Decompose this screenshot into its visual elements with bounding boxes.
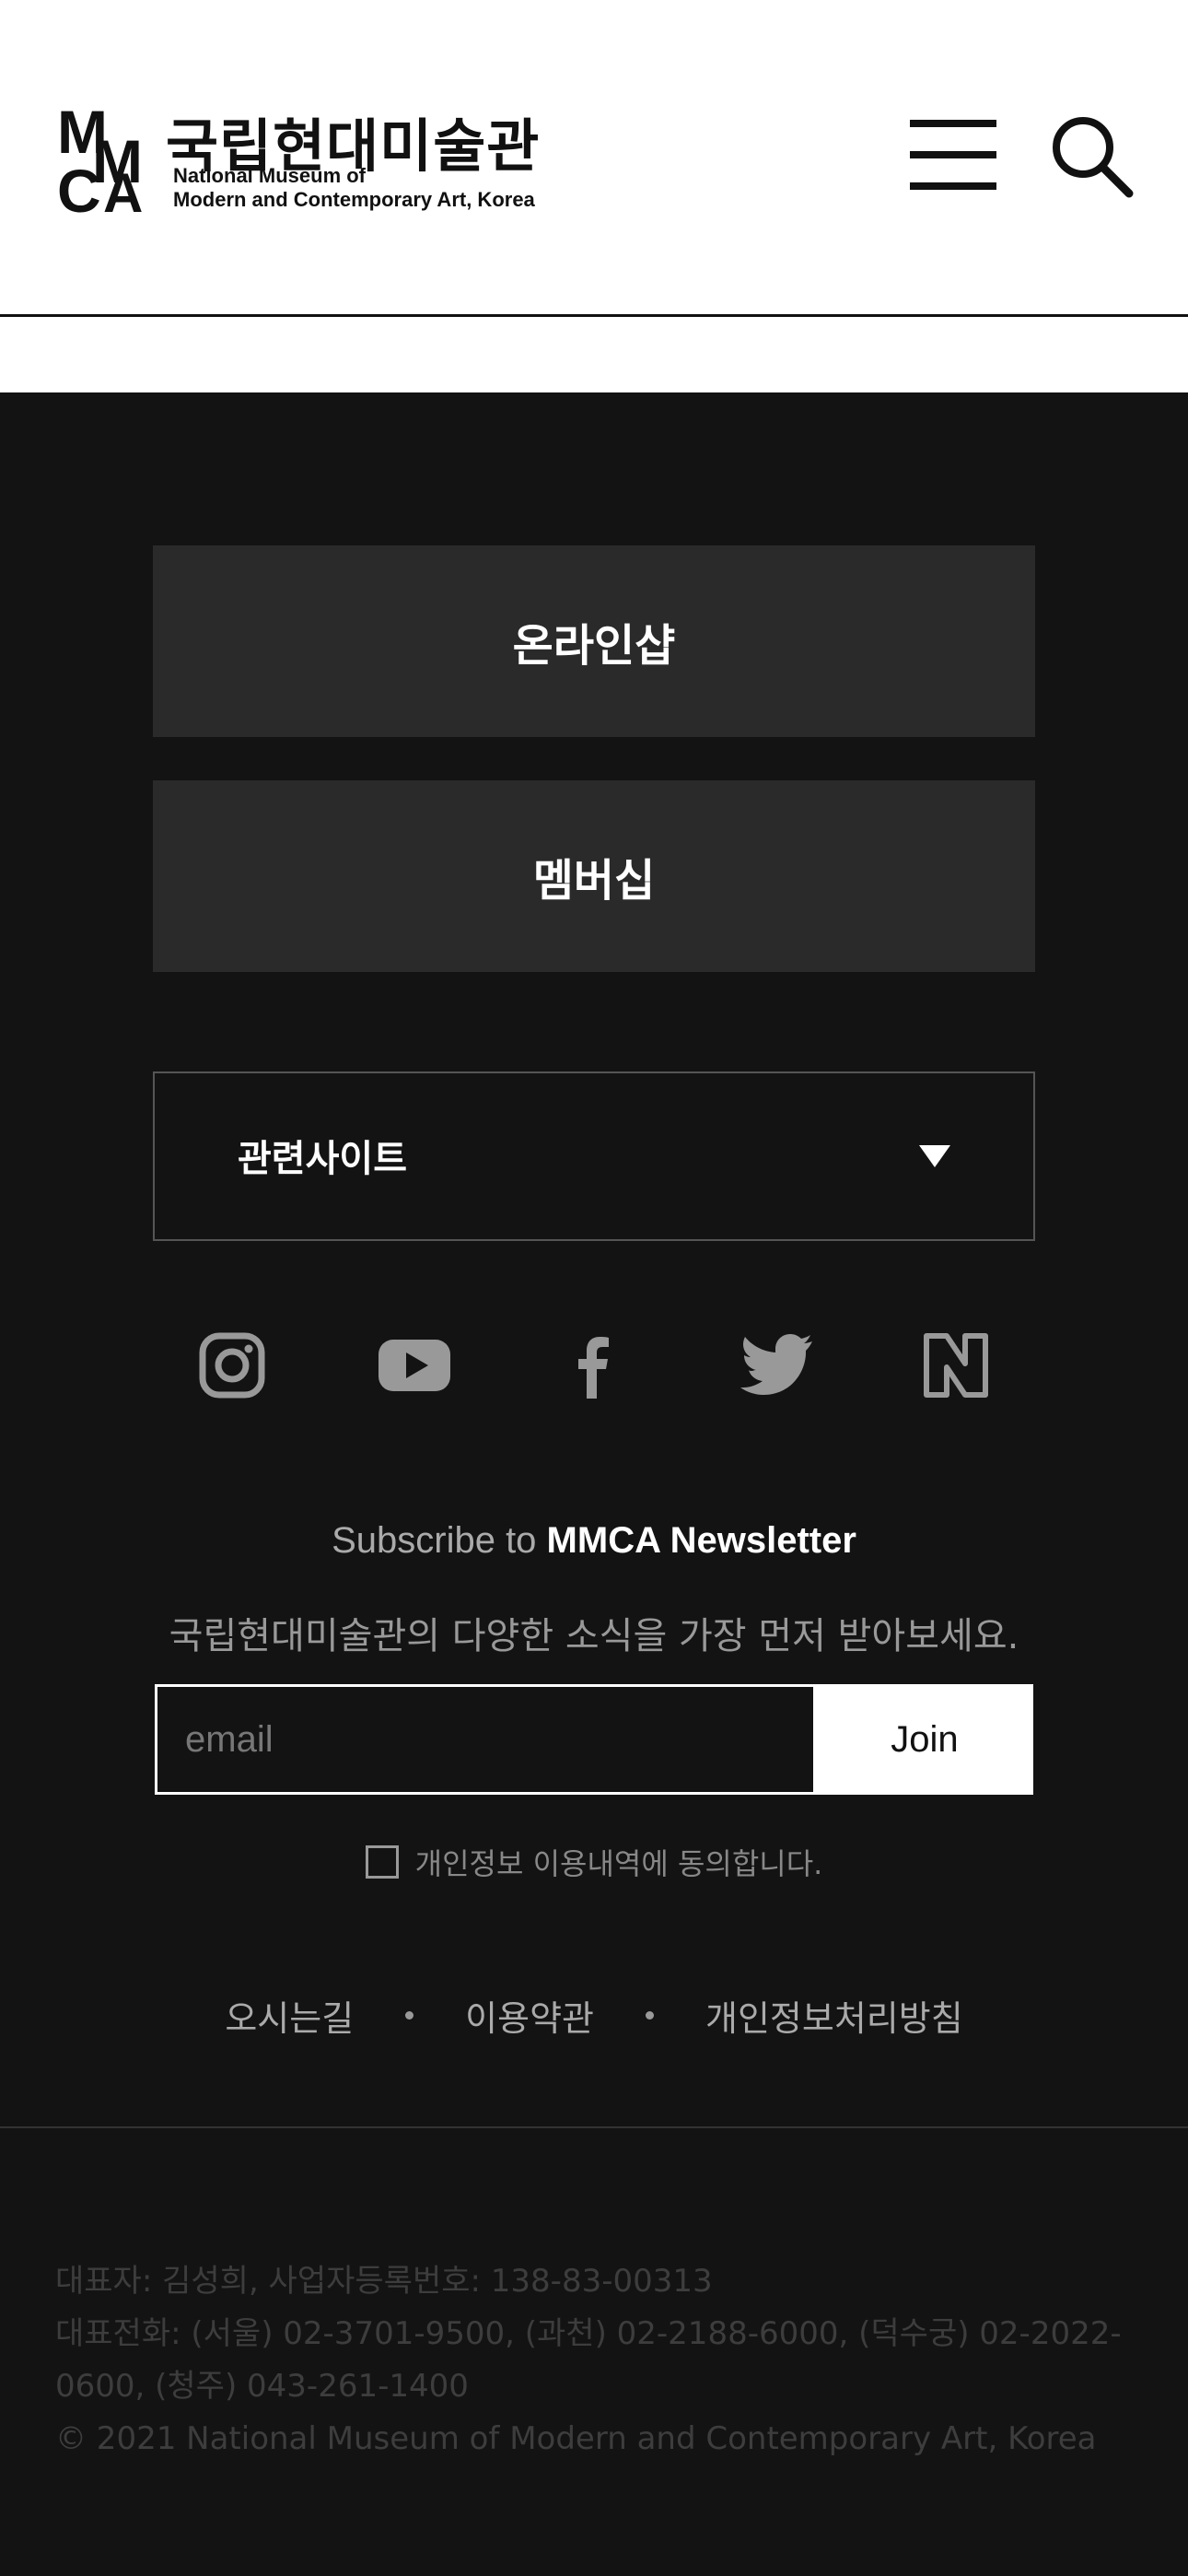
newsletter-title-brand: MMCA Newsletter [546, 1520, 856, 1561]
related-sites-dropdown[interactable]: 관련사이트 [153, 1071, 1035, 1241]
email-field-wrapper [155, 1684, 816, 1795]
twitter-icon[interactable] [737, 1330, 814, 1400]
privacy-consent: 개인정보 이용내역에 동의합니다. [0, 1841, 1188, 1883]
newsletter-title-prefix: Subscribe to [332, 1520, 547, 1561]
newsletter-title: Subscribe to MMCA Newsletter [0, 1520, 1188, 1562]
join-button[interactable]: Join [816, 1684, 1033, 1795]
footer-copyright: © 2021 National Museum of Modern and Con… [55, 2420, 1097, 2457]
hamburger-menu-icon[interactable] [910, 116, 996, 193]
naver-icon[interactable] [921, 1330, 991, 1400]
footer-info: 대표자: 김성희, 사업자등록번호: 138-83-00313 대표전화: (서… [55, 2255, 1142, 2465]
menu-bar-top [910, 120, 996, 127]
terms-link[interactable]: 이용약관 [465, 1990, 594, 2041]
footer-divider [0, 2126, 1188, 2128]
logo-english-name-line2: Modern and Contemporary Art, Korea [173, 188, 535, 211]
footer-info-representative: 대표자: 김성희, 사업자등록번호: 138-83-00313 [55, 2263, 713, 2300]
youtube-icon[interactable] [378, 1330, 451, 1400]
online-shop-button[interactable]: 온라인샵 [153, 545, 1035, 737]
search-icon[interactable] [1050, 114, 1135, 199]
privacy-policy-link[interactable]: 개인정보처리방침 [705, 1990, 963, 2041]
svg-text:A: A [103, 162, 143, 216]
related-sites-label: 관련사이트 [238, 1138, 407, 1180]
menu-bar-middle [910, 151, 996, 158]
mmca-logo-mark-icon: M C M A [57, 100, 143, 216]
newsletter-description: 국립현대미술관의 다양한 소식을 가장 먼저 받아보세요. [169, 1615, 1019, 1657]
directions-link[interactable]: 오시는길 [225, 1990, 354, 2041]
email-field[interactable] [157, 1687, 813, 1792]
link-separator [405, 2011, 414, 2020]
privacy-consent-checkbox[interactable] [365, 1845, 399, 1879]
membership-button[interactable]: 멤버십 [153, 780, 1035, 972]
privacy-consent-label[interactable]: 개인정보 이용내역에 동의합니다. [415, 1841, 823, 1883]
header-spacer [0, 317, 1188, 392]
instagram-icon[interactable] [197, 1330, 267, 1400]
logo-english-name-line1: National Museum of [173, 164, 367, 187]
footer-info-phone: 대표전화: (서울) 02-3701-9500, (과천) 02-2188-60… [55, 2315, 1122, 2405]
link-separator [646, 2011, 654, 2020]
menu-bar-bottom [910, 182, 996, 190]
facebook-icon[interactable] [558, 1330, 628, 1400]
site-header: M C M A 국립현대미술관 National Museum of Moder… [0, 0, 1188, 317]
mmca-logo[interactable]: M C M A 국립현대미술관 National Museum of Moder… [55, 100, 553, 216]
triangle-down-icon [919, 1145, 950, 1167]
footer-links: 오시는길 이용약관 개인정보처리방침 [0, 1990, 1188, 2041]
